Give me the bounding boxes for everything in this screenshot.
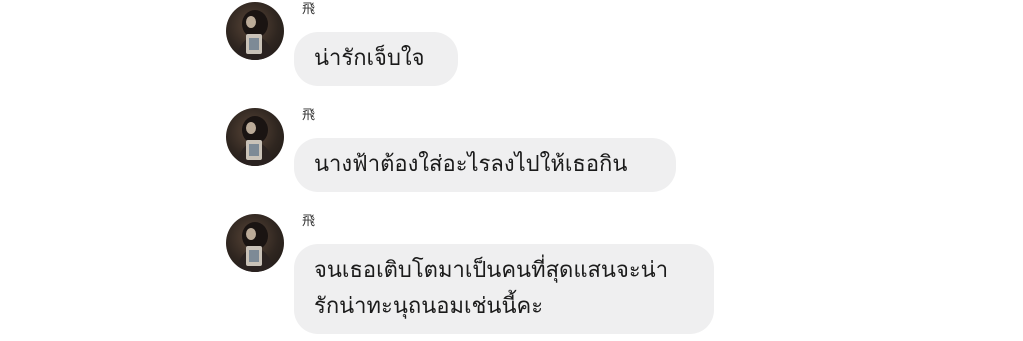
message-text: นางฟ้าต้องใส่อะไรลงไปให้เธอกิน [314,152,628,177]
avatar-photo-icon [236,222,274,272]
message-text-line-2: รักน่าทะนุถนอมเช่นนี้คะ [314,294,544,319]
sender-name: 飛 [302,108,316,123]
avatar[interactable] [226,2,284,60]
avatar-photo-icon [236,116,274,166]
message-text: น่ารักเจ็บใจ [314,46,425,71]
sender-name: 飛 [302,214,316,229]
avatar-photo-icon [236,10,274,60]
message-bubble[interactable]: จนเธอเติบโตมาเป็นคนที่สุดแสนจะน่า รักน่า… [294,244,714,334]
sender-name: 飛 [302,2,316,17]
avatar[interactable] [226,214,284,272]
message-bubble[interactable]: น่ารักเจ็บใจ [294,32,458,86]
message-text-line-1: จนเธอเติบโตมาเป็นคนที่สุดแสนจะน่า [314,258,669,283]
avatar[interactable] [226,108,284,166]
message-bubble[interactable]: นางฟ้าต้องใส่อะไรลงไปให้เธอกิน [294,138,676,192]
